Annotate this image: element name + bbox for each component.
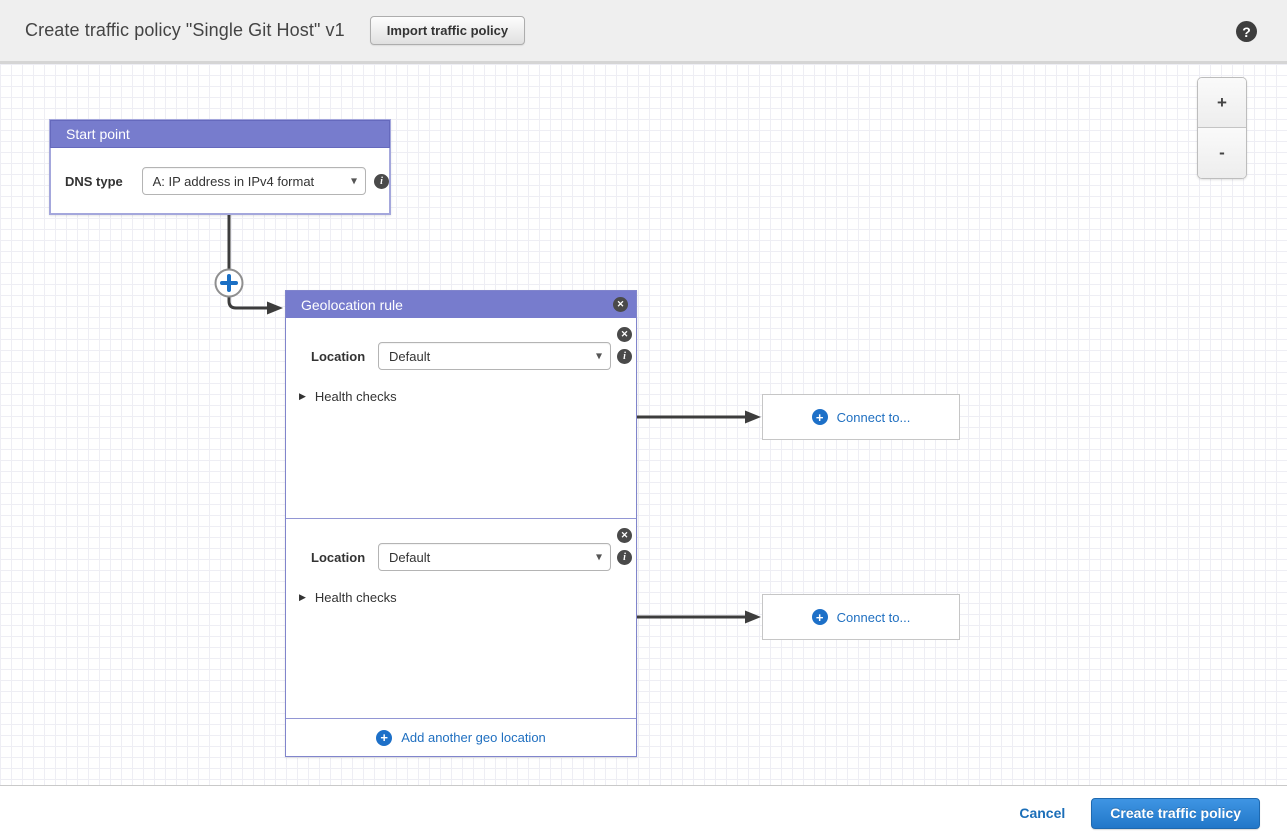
disclosure-triangle-icon: ▶ bbox=[299, 592, 306, 603]
chevron-down-icon: ▾ bbox=[351, 173, 357, 187]
location-selected-value: Default bbox=[389, 349, 430, 364]
cancel-button[interactable]: Cancel bbox=[1019, 805, 1065, 821]
location-info-icon[interactable]: i bbox=[617, 550, 632, 565]
plus-icon: + bbox=[376, 730, 392, 746]
top-header-bar: Create traffic policy "Single Git Host" … bbox=[0, 0, 1287, 64]
chevron-down-icon: ▾ bbox=[596, 348, 602, 362]
plus-icon: + bbox=[812, 609, 828, 625]
geolocation-rule-box: Geolocation rule ✕ ✕ Location Default ▾ … bbox=[285, 290, 637, 757]
help-icon[interactable]: ? bbox=[1236, 21, 1257, 42]
chevron-down-icon: ▾ bbox=[596, 549, 602, 563]
policy-editor-canvas[interactable]: + - Start point DNS type A: IP address i… bbox=[0, 64, 1287, 785]
health-checks-expander[interactable]: ▶ Health checks bbox=[299, 590, 397, 605]
geolocation-rule-title: Geolocation rule bbox=[301, 297, 403, 313]
connect-to-label: Connect to... bbox=[837, 410, 911, 425]
plus-icon: + bbox=[812, 409, 828, 425]
import-traffic-policy-button[interactable]: Import traffic policy bbox=[370, 16, 525, 45]
zoom-out-button[interactable]: - bbox=[1198, 128, 1246, 178]
create-traffic-policy-button[interactable]: Create traffic policy bbox=[1091, 798, 1260, 829]
geolocation-rule-header: Geolocation rule ✕ bbox=[286, 291, 636, 318]
location-label: Location bbox=[311, 550, 378, 565]
dns-type-select[interactable]: A: IP address in IPv4 format ▾ bbox=[142, 167, 366, 195]
dns-type-row: DNS type A: IP address in IPv4 format ▾ … bbox=[51, 147, 389, 195]
dns-type-info-icon[interactable]: i bbox=[374, 174, 389, 189]
connect-to-box[interactable]: + Connect to... bbox=[762, 594, 960, 640]
location-select[interactable]: Default ▾ bbox=[378, 543, 611, 571]
dns-type-label: DNS type bbox=[65, 174, 142, 189]
canvas-zoom-controls: + - bbox=[1197, 77, 1247, 179]
footer-action-bar: Cancel Create traffic policy bbox=[0, 785, 1287, 840]
geo-location-section: ✕ Location Default ▾ i ▶ Health checks bbox=[286, 318, 636, 518]
remove-rule-close-icon[interactable]: ✕ bbox=[613, 297, 628, 312]
location-info-icon[interactable]: i bbox=[617, 349, 632, 364]
remove-location-close-icon[interactable]: ✕ bbox=[617, 528, 632, 543]
disclosure-triangle-icon: ▶ bbox=[299, 391, 306, 402]
location-label: Location bbox=[311, 349, 378, 364]
health-checks-expander[interactable]: ▶ Health checks bbox=[299, 389, 397, 404]
connect-to-box[interactable]: + Connect to... bbox=[762, 394, 960, 440]
health-checks-label: Health checks bbox=[315, 590, 397, 605]
start-point-box: Start point DNS type A: IP address in IP… bbox=[49, 119, 391, 215]
dns-type-selected-value: A: IP address in IPv4 format bbox=[153, 174, 315, 189]
start-point-title: Start point bbox=[66, 126, 130, 142]
zoom-in-button[interactable]: + bbox=[1198, 78, 1246, 128]
geo-location-section: ✕ Location Default ▾ i ▶ Health checks bbox=[286, 518, 636, 718]
add-another-geo-location-button[interactable]: + Add another geo location bbox=[286, 718, 636, 756]
health-checks-label: Health checks bbox=[315, 389, 397, 404]
add-rule-plus-icon bbox=[222, 276, 236, 290]
connect-to-label: Connect to... bbox=[837, 610, 911, 625]
location-row: Location Default ▾ i bbox=[311, 342, 632, 370]
location-select[interactable]: Default ▾ bbox=[378, 342, 611, 370]
add-geo-location-label: Add another geo location bbox=[401, 730, 546, 745]
location-selected-value: Default bbox=[389, 550, 430, 565]
location-row: Location Default ▾ i bbox=[311, 543, 632, 571]
remove-location-close-icon[interactable]: ✕ bbox=[617, 327, 632, 342]
start-point-header: Start point bbox=[50, 120, 390, 148]
page-title: Create traffic policy "Single Git Host" … bbox=[25, 20, 345, 41]
